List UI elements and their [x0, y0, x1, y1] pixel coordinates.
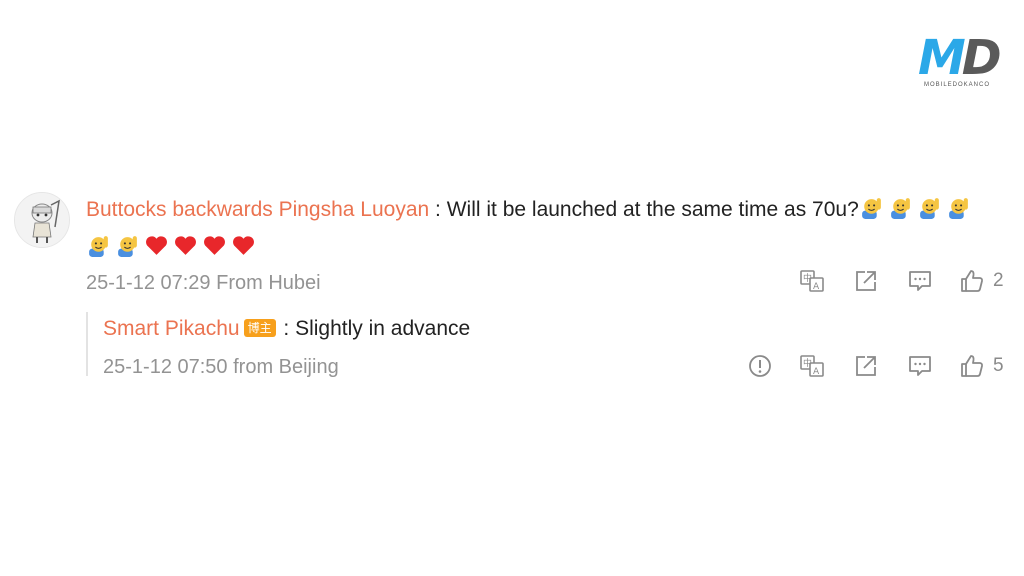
heart-emoji	[146, 235, 167, 255]
raising-hand-emoji	[890, 198, 910, 219]
comment-text: Will it be launched at the same time as …	[446, 198, 859, 221]
heart-emoji	[233, 235, 254, 255]
comment-username[interactable]: Buttocks backwards Pingsha Luoyan	[86, 198, 429, 221]
share-icon[interactable]	[853, 268, 879, 294]
heart-emoji	[175, 235, 196, 255]
raising-hand-emoji	[118, 235, 137, 257]
share-icon[interactable]	[853, 353, 879, 379]
translate-icon[interactable]: 中A	[799, 353, 825, 379]
svg-text:A: A	[813, 367, 820, 377]
page: MD MOBILEDOKANCO Buttocks backwards Ping…	[0, 0, 1024, 576]
avatar[interactable]	[14, 192, 70, 248]
reply-actions: 中A 5	[747, 353, 1004, 379]
logo-letter-m: M	[918, 30, 966, 86]
heart-emoji	[204, 235, 225, 255]
comment-emoji-row	[86, 231, 256, 259]
avatar-character-icon	[15, 193, 69, 247]
watermark-logo: MD MOBILEDOKANCO	[918, 32, 1002, 92]
reply-text: Slightly in advance	[295, 317, 471, 340]
thumbs-up-icon[interactable]	[959, 268, 985, 294]
comment-actions: 中A 2	[799, 268, 1004, 294]
logo-subtitle: MOBILEDOKANCO	[924, 82, 991, 88]
comment-body: Buttocks backwards Pingsha Luoyan : Will…	[86, 195, 971, 224]
raising-hand-emoji	[89, 235, 108, 257]
svg-text:中: 中	[803, 357, 812, 369]
reply-body: Smart Pikachu 博主 : Slightly in advance	[103, 315, 470, 343]
reply-separator: :	[277, 317, 296, 340]
raising-hand-emoji	[861, 198, 881, 219]
comment-icon[interactable]	[907, 268, 933, 294]
thumbs-up-icon[interactable]	[959, 353, 985, 379]
comment-like-count: 2	[993, 270, 1004, 291]
reply-username[interactable]: Smart Pikachu	[103, 317, 240, 340]
comment-timestamp: 25-1-12 07:29 From Hubei	[86, 272, 321, 294]
comment-separator: :	[429, 198, 447, 221]
author-badge: 博主	[243, 319, 276, 337]
translate-icon[interactable]: 中A	[799, 268, 825, 294]
raising-hand-emoji	[919, 198, 939, 219]
reply-like-count: 5	[993, 355, 1004, 376]
logo-letters: MD	[918, 30, 1002, 86]
raising-hand-emoji	[948, 198, 968, 219]
comment-inline-emojis	[859, 195, 971, 220]
svg-text:A: A	[813, 282, 820, 292]
report-icon[interactable]	[747, 353, 773, 379]
reply-timestamp: 25-1-12 07:50 from Beijing	[103, 356, 339, 378]
svg-text:中: 中	[803, 272, 812, 284]
reply-divider	[86, 312, 88, 376]
logo-letter-d: D	[961, 30, 1002, 86]
comment-icon[interactable]	[907, 353, 933, 379]
